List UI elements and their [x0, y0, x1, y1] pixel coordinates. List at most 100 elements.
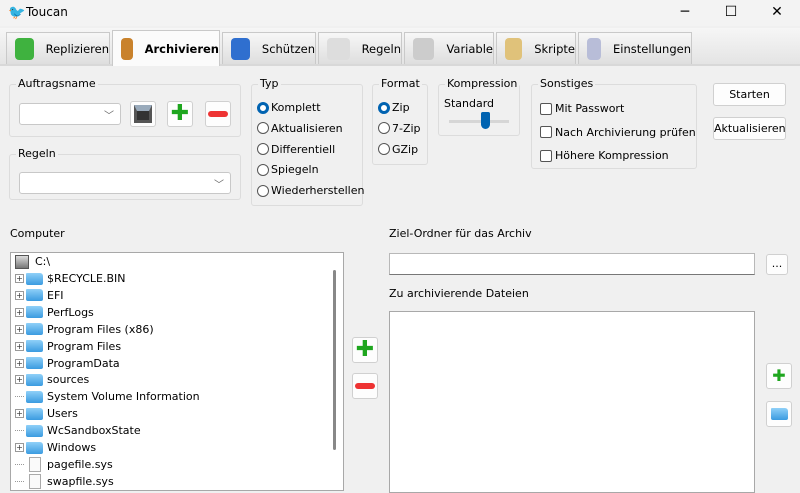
tree-item[interactable]: + Program Files — [15, 338, 121, 355]
tree-item[interactable]: + Windows — [15, 439, 96, 456]
folder-icon — [26, 323, 43, 336]
checkbox-option-1[interactable]: Nach Archivierung prüfen — [540, 126, 696, 139]
format-radio-zip[interactable]: Zip — [378, 101, 410, 114]
checkbox-icon — [540, 126, 552, 138]
folder-icon — [26, 424, 43, 437]
plus-icon: ✚ — [355, 337, 375, 362]
expand-icon[interactable]: + — [15, 341, 24, 351]
format-radio-7-zip[interactable]: 7-Zip — [378, 122, 421, 135]
add-files-button[interactable]: ✚ — [352, 337, 378, 363]
chevron-down-icon: ﹀ — [104, 111, 114, 122]
folder-icon — [26, 390, 43, 403]
tree-item[interactable]: swapfile.sys — [15, 473, 114, 490]
compression-group: Kompression Standard — [438, 77, 520, 136]
expand-icon[interactable]: + — [15, 290, 24, 300]
folder-icon — [26, 306, 43, 319]
drive-icon — [15, 254, 29, 269]
compression-level-label: Standard — [444, 97, 495, 110]
tree-item[interactable]: WcSandboxState — [15, 422, 141, 439]
add-job-button[interactable]: ✚ — [167, 101, 193, 127]
tree-line — [15, 396, 24, 398]
tab-einstellungen[interactable]: Einstellungen — [578, 32, 692, 64]
expand-icon[interactable]: + — [15, 274, 24, 283]
expand-icon[interactable]: + — [15, 375, 24, 385]
other-options-label: Sonstiges — [538, 77, 596, 90]
type-radio-differentiell[interactable]: Differentiell — [257, 143, 335, 156]
tab-archivieren[interactable]: Archivieren — [112, 30, 220, 66]
tree-item[interactable]: System Volume Information — [15, 388, 200, 405]
sync-icon — [15, 37, 34, 60]
minimize-button[interactable]: ─ — [662, 0, 708, 26]
job-name-group: Auftragsname ﹀ ✚ — [9, 77, 241, 137]
tree-scrollbar[interactable] — [333, 270, 336, 450]
type-radio-komplett[interactable]: Komplett — [257, 101, 321, 114]
radio-icon — [378, 143, 390, 156]
tree-item[interactable]: pagefile.sys — [15, 456, 113, 473]
folder-icon — [26, 289, 43, 302]
expand-icon[interactable]: + — [15, 409, 24, 419]
radio-icon — [257, 101, 269, 114]
computer-tree[interactable]: C:\ + $RECYCLE.BIN + EFI + PerfLogs + Program F… — [10, 252, 344, 491]
other-options-group: Sonstiges Mit Passwort Nach Archivierung … — [531, 77, 697, 169]
tree-item[interactable]: + EFI — [15, 287, 64, 304]
save-job-button[interactable] — [130, 101, 156, 127]
folder-search-icon — [770, 408, 788, 420]
checkbox-option-2[interactable]: Höhere Kompression — [540, 149, 669, 162]
type-label: Typ — [258, 77, 281, 90]
remove-job-button[interactable] — [205, 101, 231, 127]
folder-icon — [26, 373, 43, 386]
radio-icon — [257, 163, 269, 176]
tree-item[interactable]: + Users — [15, 405, 78, 422]
browse-button[interactable]: ... — [766, 254, 788, 275]
var-icon — [413, 37, 435, 60]
folder-icon — [26, 272, 43, 285]
remove-files-button[interactable] — [352, 373, 378, 399]
tree-item[interactable]: + Program Files (x86) — [15, 321, 154, 338]
tab-replizieren[interactable]: Replizieren — [6, 32, 110, 64]
tree-item[interactable]: + PerfLogs — [15, 304, 94, 321]
close-button[interactable]: ✕ — [754, 0, 800, 26]
compression-slider-thumb[interactable] — [480, 112, 490, 129]
expand-icon[interactable]: + — [15, 307, 24, 317]
tree-line — [15, 430, 24, 432]
paragraph-icon — [327, 37, 350, 60]
expand-icon[interactable]: + — [15, 358, 24, 368]
tab-variable[interactable]: Variable — [404, 32, 494, 64]
chevron-down-icon: ﹀ — [214, 180, 224, 191]
rules-combo[interactable]: ﹀ — [19, 172, 231, 194]
files-list[interactable] — [389, 311, 755, 493]
browse-folder-button[interactable] — [766, 401, 792, 427]
radio-icon — [257, 143, 269, 156]
tree-item[interactable]: + ProgramData — [15, 355, 120, 372]
tab-skripte[interactable]: Skripte — [496, 32, 576, 64]
target-folder-input[interactable] — [389, 253, 755, 275]
type-radio-spiegeln[interactable]: Spiegeln — [257, 163, 319, 176]
refresh-button[interactable]: Aktualisieren — [713, 117, 786, 140]
type-radio-wiederherstellen[interactable]: Wiederherstellen — [257, 184, 364, 197]
compression-slider[interactable] — [449, 112, 509, 129]
radio-icon — [257, 184, 269, 197]
tree-item[interactable]: + $RECYCLE.BIN — [15, 270, 125, 287]
file-icon — [29, 456, 41, 472]
shield-icon — [231, 37, 250, 60]
rules-group: Regeln ﹀ — [9, 147, 241, 200]
compression-label: Kompression — [445, 77, 520, 90]
add-file-variable-button[interactable]: ✚ — [766, 363, 792, 389]
expand-icon[interactable]: + — [15, 324, 24, 334]
expand-icon[interactable]: + — [15, 443, 24, 452]
folder-icon — [26, 340, 43, 353]
folder-icon — [26, 441, 43, 454]
start-button[interactable]: Starten — [713, 83, 786, 106]
minus-icon — [355, 383, 375, 389]
job-name-combo[interactable]: ﹀ — [19, 103, 121, 125]
checkbox-icon — [540, 149, 552, 162]
tab-regeln[interactable]: Regeln — [318, 32, 402, 64]
type-radio-aktualisieren[interactable]: Aktualisieren — [257, 122, 343, 135]
box-icon — [121, 37, 133, 60]
maximize-button[interactable]: ☐ — [708, 0, 754, 26]
format-radio-gzip[interactable]: GZip — [378, 143, 418, 156]
tab-schützen[interactable]: Schützen — [222, 32, 316, 64]
checkbox-option-0[interactable]: Mit Passwort — [540, 102, 624, 115]
tree-item[interactable]: + sources — [15, 371, 89, 388]
tree-root[interactable]: C:\ — [15, 253, 50, 270]
